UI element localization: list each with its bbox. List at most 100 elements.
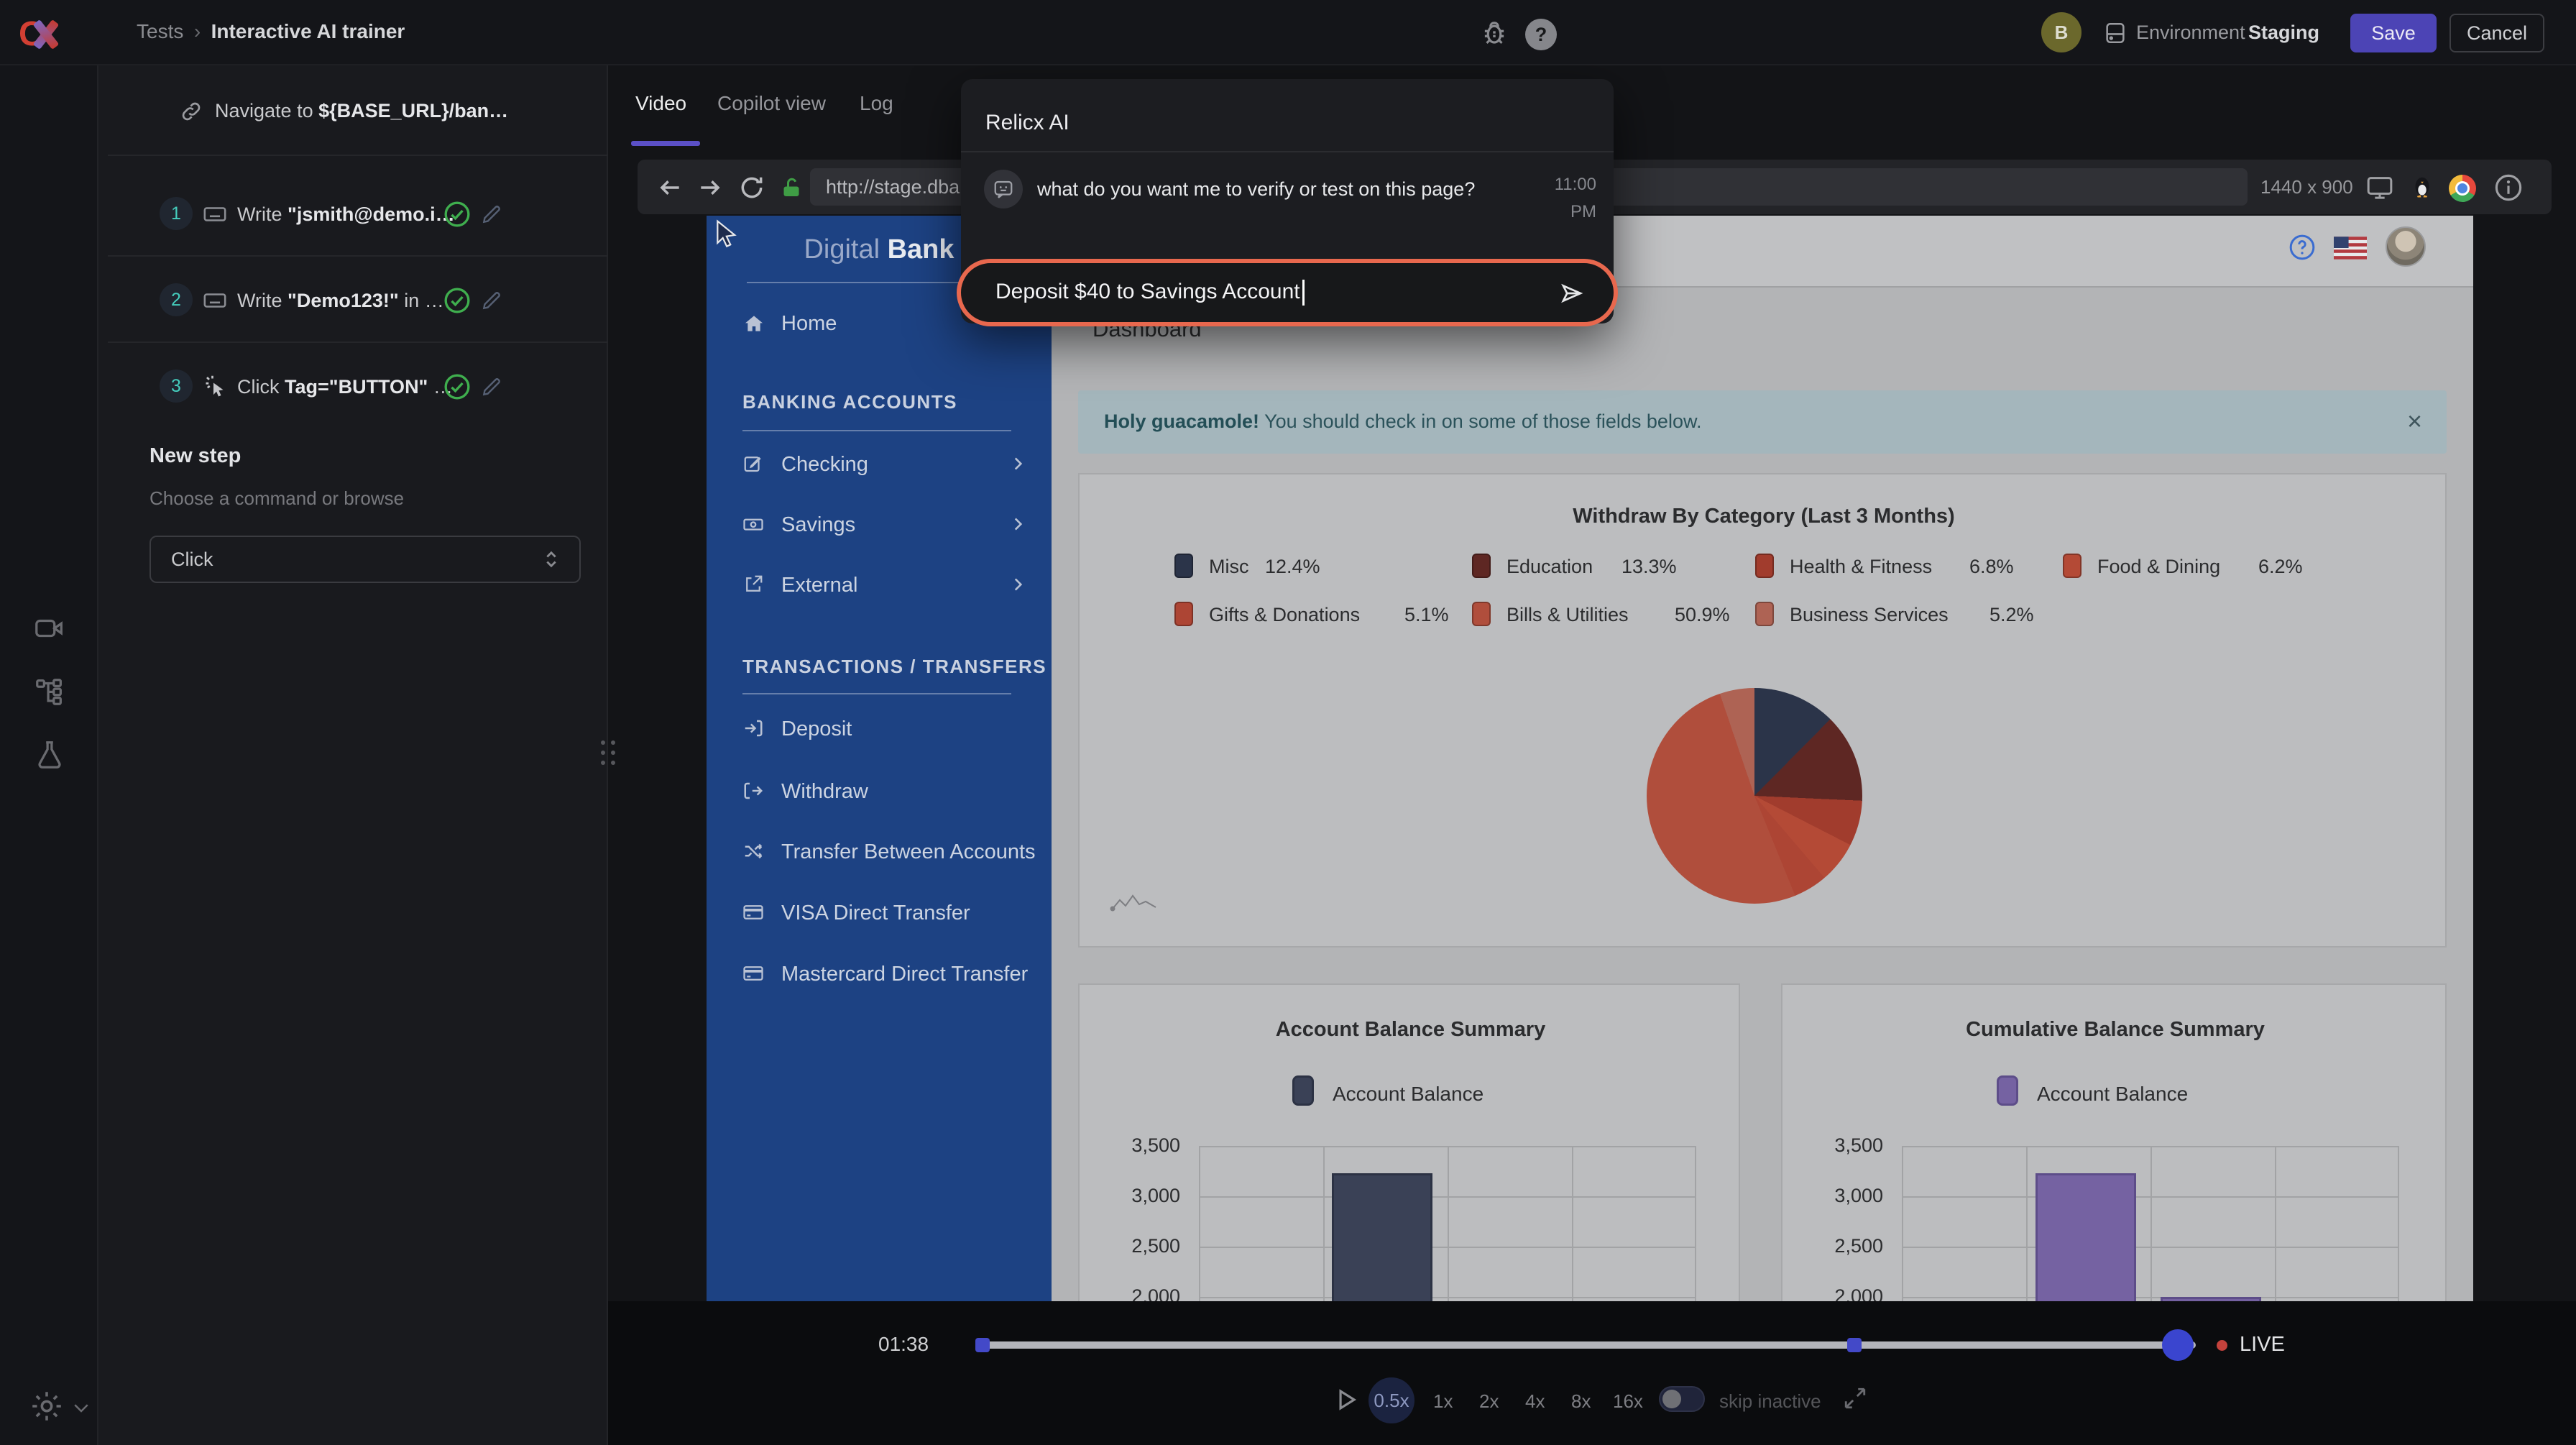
nav-label: VISA Direct Transfer — [781, 902, 970, 925]
play-icon[interactable] — [1333, 1386, 1360, 1413]
cancel-button[interactable]: Cancel — [2450, 14, 2544, 52]
legend-value: 6.2% — [2258, 556, 2303, 578]
bug-icon[interactable] — [1479, 17, 1509, 47]
bank-nav-withdraw[interactable]: Withdraw — [707, 774, 1052, 810]
command-select[interactable]: Click — [150, 536, 581, 583]
breadcrumb-tests[interactable]: Tests — [137, 20, 183, 42]
site-user-avatar[interactable] — [2386, 226, 2426, 267]
speed-option[interactable]: 8x — [1571, 1390, 1591, 1413]
external-link-icon — [742, 574, 764, 595]
bank-nav-transfer[interactable]: Transfer Between Accounts — [707, 835, 1052, 871]
language-flag-icon[interactable] — [2334, 237, 2367, 260]
nav-label: Transfer Between Accounts — [781, 840, 1036, 864]
step-row-3[interactable]: 3 Click Tag="BUTTON" … — [98, 357, 608, 415]
step-row-1[interactable]: 1 Write "jsmith@demo.i… — [98, 185, 608, 242]
unlock-icon[interactable] — [778, 175, 804, 201]
legend-swatch — [1472, 602, 1491, 626]
legend-label: Health & Fitness — [1790, 556, 1932, 578]
speed-option[interactable]: 2x — [1479, 1390, 1499, 1413]
monitor-icon[interactable] — [2365, 173, 2394, 202]
ai-command-input[interactable]: Deposit $40 to Savings Account — [957, 259, 1618, 326]
forward-arrow-icon[interactable] — [696, 174, 724, 201]
step-label: Click Tag="BUTTON" … — [237, 376, 453, 398]
bank-nav-deposit[interactable]: Deposit — [707, 712, 1052, 748]
step-row-2[interactable]: 2 Write "Demo123!" in … — [98, 271, 608, 329]
top-bar: Tests › Interactive AI trainer ? B Envir… — [0, 0, 2576, 65]
navigate-step-row[interactable]: Navigate to ${BASE_URL}/ban… — [98, 80, 608, 152]
withdraw-icon — [742, 780, 764, 802]
app-logo[interactable]: C — [19, 14, 83, 53]
section-title-transactions: TRANSACTIONS / TRANSFERS — [742, 656, 1046, 678]
nav-label: Mastercard Direct Transfer — [781, 963, 1028, 986]
bank-nav-visa-transfer[interactable]: VISA Direct Transfer — [707, 896, 1052, 932]
linux-penguin-icon — [2409, 174, 2436, 201]
tab-log[interactable]: Log — [860, 92, 893, 115]
deposit-icon — [742, 717, 764, 739]
relicx-ai-popup: Relicx AI what do you want me to verify … — [961, 79, 1614, 324]
step-number: 3 — [160, 370, 193, 403]
legend-swatch — [1174, 554, 1193, 578]
nav-label: Withdraw — [781, 780, 868, 804]
bank-nav-mastercard-transfer[interactable]: Mastercard Direct Transfer — [707, 957, 1052, 993]
bar-plot-area — [1199, 1146, 1696, 1301]
back-arrow-icon[interactable] — [656, 174, 684, 201]
text-caret — [1302, 280, 1305, 306]
bank-nav-savings[interactable]: Savings — [707, 508, 1052, 543]
skip-inactive-label: skip inactive — [1719, 1390, 1821, 1413]
speed-option[interactable]: 16x — [1613, 1390, 1643, 1413]
divider — [742, 430, 1011, 431]
tab-video[interactable]: Video — [635, 92, 686, 115]
progress-marker[interactable] — [1847, 1338, 1862, 1352]
legend-swatch — [1755, 602, 1774, 626]
speed-option[interactable]: 1x — [1433, 1390, 1453, 1413]
nav-label: Savings — [781, 513, 855, 537]
bank-nav-external[interactable]: External — [707, 568, 1052, 604]
tab-copilot-view[interactable]: Copilot view — [717, 92, 826, 115]
pie-chart-title: Withdraw By Category (Last 3 Months) — [1080, 505, 2448, 528]
progress-marker[interactable] — [975, 1338, 990, 1352]
success-check-icon — [443, 200, 472, 229]
new-step-title: New step — [150, 444, 241, 468]
edit-pencil-icon[interactable] — [480, 375, 503, 398]
panel-resize-handle[interactable] — [601, 740, 617, 781]
nav-label: Checking — [781, 453, 868, 477]
page-title: Interactive AI trainer — [211, 20, 405, 42]
bank-nav-checking[interactable]: Checking — [707, 447, 1052, 483]
send-icon[interactable] — [1559, 280, 1585, 306]
info-icon[interactable] — [2493, 173, 2524, 203]
reload-icon[interactable] — [738, 174, 765, 201]
speed-option[interactable]: 4x — [1525, 1390, 1545, 1413]
legend-swatch — [1472, 554, 1491, 578]
video-camera-icon[interactable] — [33, 612, 66, 645]
flask-icon[interactable] — [33, 738, 66, 771]
fullscreen-icon[interactable] — [1843, 1386, 1867, 1410]
app-window: Tests › Interactive AI trainer ? B Envir… — [0, 0, 2576, 1445]
chevron-down-icon[interactable] — [70, 1397, 92, 1418]
edit-pencil-icon[interactable] — [480, 203, 503, 226]
edit-pencil-icon[interactable] — [480, 289, 503, 312]
url-text: http://stage.dba — [826, 176, 960, 198]
progress-knob[interactable] — [2162, 1329, 2194, 1361]
cumulative-balance-card: Cumulative Balance Summary Account Balan… — [1781, 983, 2447, 1301]
help-icon[interactable]: ? — [1525, 19, 1557, 50]
ai-command-input-value: Deposit $40 to Savings Account — [995, 280, 1305, 306]
save-button[interactable]: Save — [2350, 14, 2437, 52]
environment-value[interactable]: Staging — [2248, 22, 2319, 44]
site-help-icon[interactable] — [2288, 233, 2317, 262]
playback-time: 01:38 — [878, 1333, 929, 1356]
credit-card-icon — [742, 963, 764, 984]
progress-track[interactable] — [981, 1341, 2196, 1349]
chevron-right-icon — [1008, 454, 1027, 473]
section-title-banking: BANKING ACCOUNTS — [742, 391, 957, 413]
environment-icon — [2103, 21, 2128, 45]
legend-label: Account Balance — [2037, 1083, 2188, 1106]
legend-label: Account Balance — [1333, 1083, 1484, 1106]
legend-swatch — [1292, 1075, 1314, 1106]
skip-inactive-toggle[interactable] — [1659, 1386, 1705, 1412]
avatar[interactable]: B — [2041, 12, 2082, 52]
chrome-browser-icon — [2449, 175, 2476, 202]
gear-icon[interactable] — [29, 1388, 65, 1424]
speed-option-active[interactable]: 0.5x — [1368, 1377, 1414, 1423]
alert-close-icon[interactable]: × — [2407, 406, 2422, 436]
flow-tree-icon[interactable] — [33, 675, 66, 708]
